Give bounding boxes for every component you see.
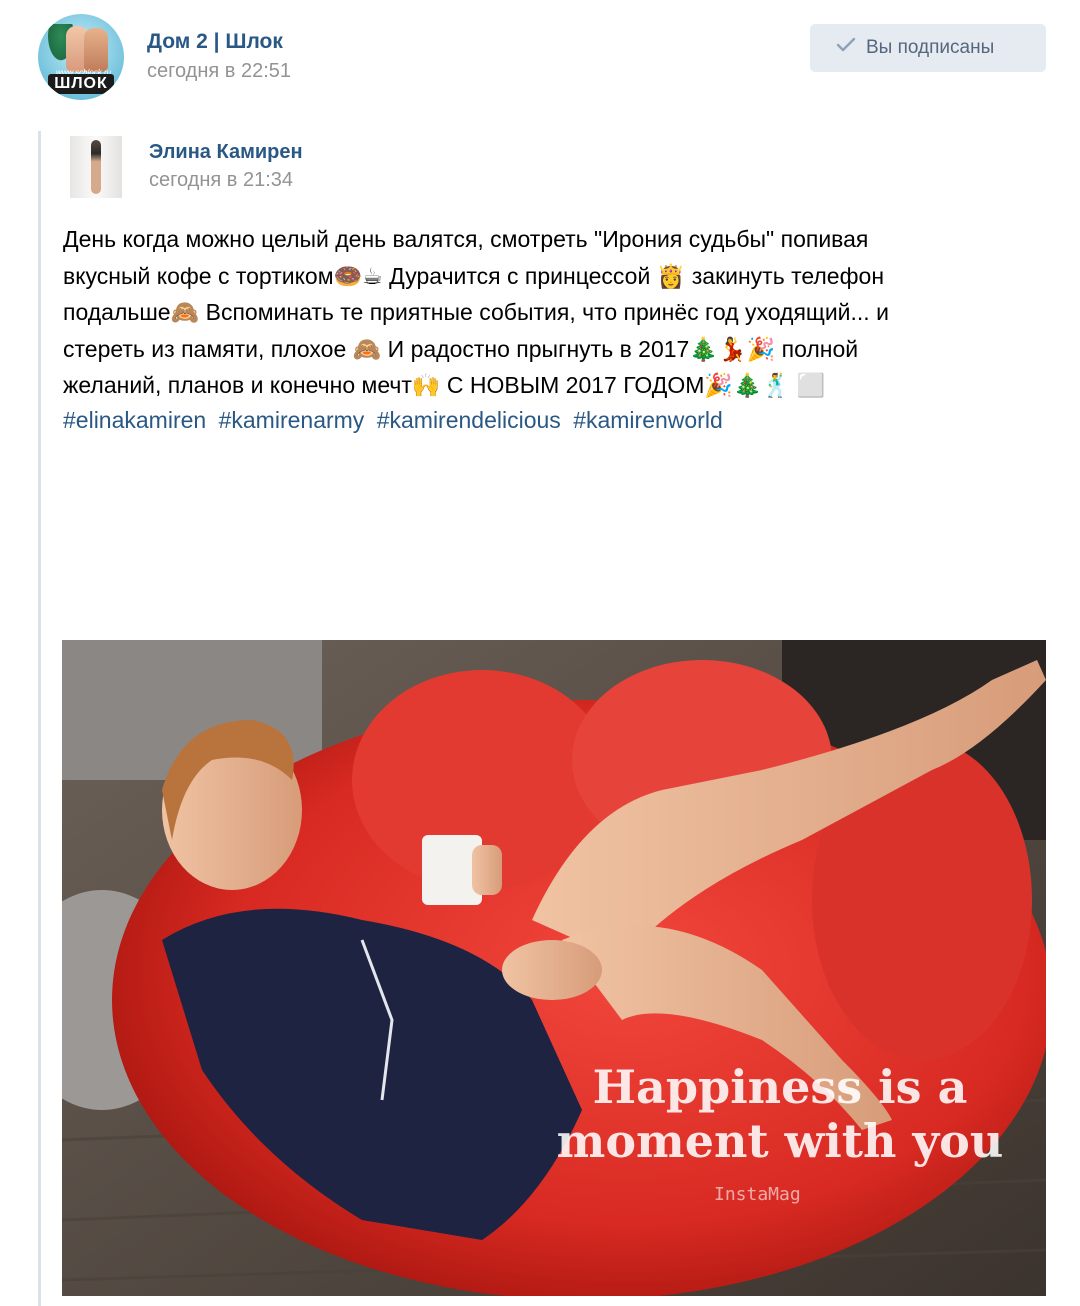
post-photo[interactable]: Happiness is a moment with you InstaMag	[62, 640, 1046, 1296]
post-text-line: стереть из памяти, плохое 🙈 И радостно п…	[63, 335, 859, 362]
post-time[interactable]: сегодня в 22:51	[147, 60, 291, 83]
group-name-link[interactable]: Дом 2 | Шлок	[147, 30, 283, 54]
repost-time[interactable]: сегодня в 21:34	[149, 169, 293, 192]
post-text-line: вкусный кофе с тортиком🍩☕ Дурачится с пр…	[63, 262, 885, 289]
subscribed-button[interactable]: Вы подписаны	[810, 24, 1046, 72]
hashtag-link[interactable]: #kamirenworld	[573, 407, 723, 433]
caption-line: moment with you	[556, 1114, 1004, 1168]
author-avatar[interactable]	[70, 136, 122, 198]
photo-caption: Happiness is a moment with you	[530, 1060, 1030, 1168]
post-text-line: подальше🙈 Вспоминать те приятные события…	[63, 299, 889, 325]
check-icon	[836, 24, 858, 72]
post-text-line: День когда можно целый день валятся, смо…	[63, 226, 869, 252]
hashtags: #elinakamiren #kamirenarmy #kamirendelic…	[63, 402, 729, 438]
author-avatar-figure	[91, 140, 101, 194]
post-header: www.schlock.ru ШЛОК Дом 2 | Шлок сегодня…	[0, 0, 1080, 110]
repost-bar	[38, 131, 41, 1306]
photo-watermark: InstaMag	[714, 1184, 801, 1205]
photo-illustration	[62, 640, 1046, 1296]
group-avatar[interactable]: www.schlock.ru ШЛОК	[38, 14, 124, 100]
avatar-badge: ШЛОК	[48, 74, 114, 94]
caption-line: Happiness is a	[592, 1060, 968, 1114]
avatar-person	[84, 28, 108, 72]
hashtag-link[interactable]: #kamirendelicious	[377, 407, 561, 433]
post-text: День когда можно целый день валятся, смо…	[63, 221, 1023, 404]
subscribed-label: Вы подписаны	[866, 37, 995, 59]
hashtag-link[interactable]: #kamirenarmy	[219, 407, 365, 433]
post-text-line: желаний, планов и конечно мечт🙌 С НОВЫМ …	[63, 372, 826, 398]
hashtag-link[interactable]: #elinakamiren	[63, 407, 206, 433]
author-name-link[interactable]: Элина Камирен	[149, 141, 303, 164]
